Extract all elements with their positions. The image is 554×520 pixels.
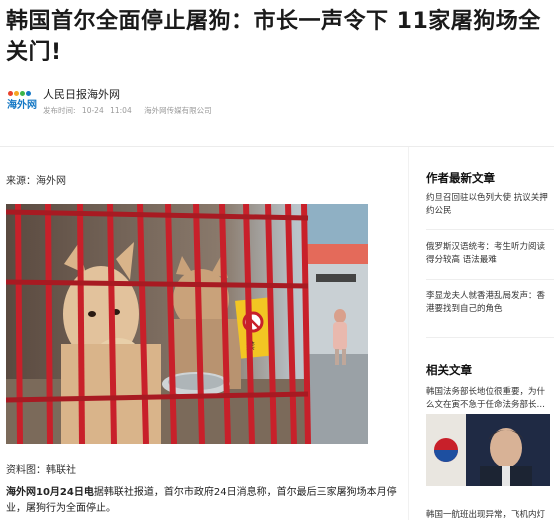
publisher-company: 海外网传媒有限公司 (144, 106, 212, 115)
thumbnail-image (426, 414, 550, 486)
sidebar-separator (426, 279, 554, 280)
photo-caption: 资料图：韩联社 (6, 465, 76, 476)
logo-dots (8, 91, 34, 99)
related-article-item[interactable]: 韩国法务部长地位很重要，为什么文在寅不急于任命法务部长… (426, 386, 550, 412)
logo-text: 海外网 (7, 100, 37, 111)
column-divider (408, 147, 409, 520)
publish-time: 11:04 (110, 106, 132, 115)
publish-label: 发布时间: (43, 106, 76, 115)
publish-date: 10-24 (81, 106, 104, 115)
haiwainet-logo-icon[interactable]: 海外网 (6, 89, 37, 119)
latest-articles-title: 作者最新文章 (426, 171, 495, 185)
related-articles-title: 相关文章 (426, 363, 472, 377)
article-headline: 韩国首尔全面停止屠狗：市长一声令下 11家屠狗场全关门! (6, 9, 541, 65)
sidebar-separator (426, 229, 554, 230)
article-source: 来源：海外网 (6, 176, 66, 187)
related-article-thumbnail[interactable] (426, 414, 550, 486)
author-name[interactable]: 人民日报海外网 (43, 88, 120, 102)
header-divider (0, 146, 554, 147)
latest-article-item[interactable]: 俄罗斯汉语统考：考生听力阅读得分较高 语法最难 (426, 241, 550, 267)
sidebar-separator (426, 337, 554, 338)
latest-article-item[interactable]: 约旦召回驻以色列大使 抗议关押约公民 (426, 192, 550, 218)
related-article-item[interactable]: 韩国一航班出现异常，飞机内灯 (426, 509, 550, 520)
author-row: 海外网 人民日报海外网 发布时间: 10-24 11:04 海外网传媒有限公司 (6, 88, 406, 120)
article-body: 海外网10月24日电据韩联社报道，首尔市政府24日消息称，首尔最后三家屠狗场本月… (6, 485, 406, 517)
body-lead: 海外网10月24日电 (6, 487, 94, 498)
latest-article-item[interactable]: 李显龙夫人就香港乱局发声：香港要找到自己的角色 (426, 290, 550, 316)
dog-cage-photo: 禁 (6, 204, 368, 444)
article-meta: 发布时间: 10-24 11:04 海外网传媒有限公司 (43, 105, 216, 117)
article-photo: 禁 (6, 204, 368, 444)
